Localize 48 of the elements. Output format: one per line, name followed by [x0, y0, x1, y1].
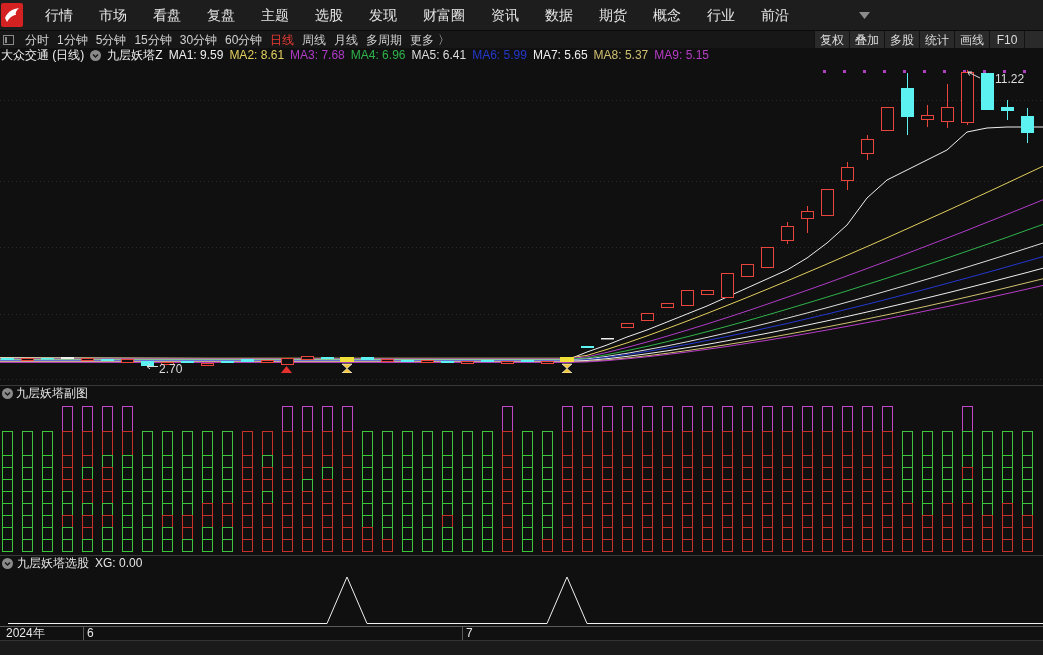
period-tab[interactable]: 月线	[334, 30, 359, 49]
ma-value: MA8: 5.37	[593, 48, 649, 62]
ma-value: MA5: 6.41	[411, 48, 467, 62]
panel-icon[interactable]	[3, 34, 14, 45]
ma-value: MA1: 9.59	[168, 48, 224, 62]
ma-value: MA2: 8.61	[229, 48, 285, 62]
more-button[interactable]: 更多 〉	[410, 30, 450, 49]
logo-icon	[1, 3, 23, 27]
ma-value: MA3: 7.68	[290, 48, 345, 62]
period-tab[interactable]: 15分钟	[134, 30, 172, 49]
period-tab[interactable]: 5分钟	[95, 30, 127, 49]
period-tab[interactable]: 多周期	[366, 30, 403, 49]
menu-item[interactable]: 看盘	[153, 0, 181, 30]
sub-chart-title: 九层妖塔副图	[16, 386, 88, 400]
menu-item[interactable]: 资讯	[491, 0, 519, 30]
ma-value: MA9: 5.15	[654, 48, 709, 62]
period-tab[interactable]: 30分钟	[179, 30, 218, 49]
period-tab[interactable]: 周线	[302, 30, 327, 49]
period-tab[interactable]: 日线	[270, 30, 295, 49]
menu-item[interactable]: 市场	[99, 0, 127, 30]
collapse-icon[interactable]	[2, 557, 13, 569]
axis-label: 2024年	[5, 627, 45, 640]
menu-item[interactable]: 主题	[261, 0, 289, 30]
period-tab[interactable]: 1分钟	[57, 30, 88, 49]
signal-reading: XG: 0.00	[95, 556, 143, 570]
caret-down-icon[interactable]	[859, 11, 870, 19]
indicator-name: 九层妖塔Z	[107, 48, 163, 62]
axis-label: 6	[86, 627, 94, 640]
menu-item[interactable]: 发现	[369, 0, 397, 30]
ma-value: MA6: 5.99	[472, 48, 527, 62]
menu-item[interactable]: 财富圈	[423, 0, 465, 30]
collapse-icon[interactable]	[2, 387, 13, 399]
menu-item[interactable]: 数据	[545, 0, 573, 30]
ma-value: MA7: 5.65	[532, 48, 588, 62]
period-tab[interactable]: 分时	[25, 30, 49, 49]
menu-item[interactable]: 复盘	[207, 0, 235, 30]
menu-item[interactable]: 行情	[45, 0, 73, 30]
menu-item[interactable]: 概念	[653, 0, 681, 30]
sub-chart-title: 九层妖塔选股	[17, 556, 89, 570]
period-tab[interactable]: 60分钟	[225, 30, 263, 49]
menu-item[interactable]: 选股	[315, 0, 343, 30]
collapse-icon[interactable]	[90, 49, 102, 61]
menu-item[interactable]: 行业	[707, 0, 735, 30]
axis-label: 7	[465, 627, 473, 640]
menu-item[interactable]: 前沿	[761, 0, 789, 30]
ma-value: MA4: 6.96	[350, 48, 406, 62]
menu-item[interactable]: 期货	[599, 0, 627, 30]
stock-title: 大众交通 (日线)	[1, 48, 85, 62]
